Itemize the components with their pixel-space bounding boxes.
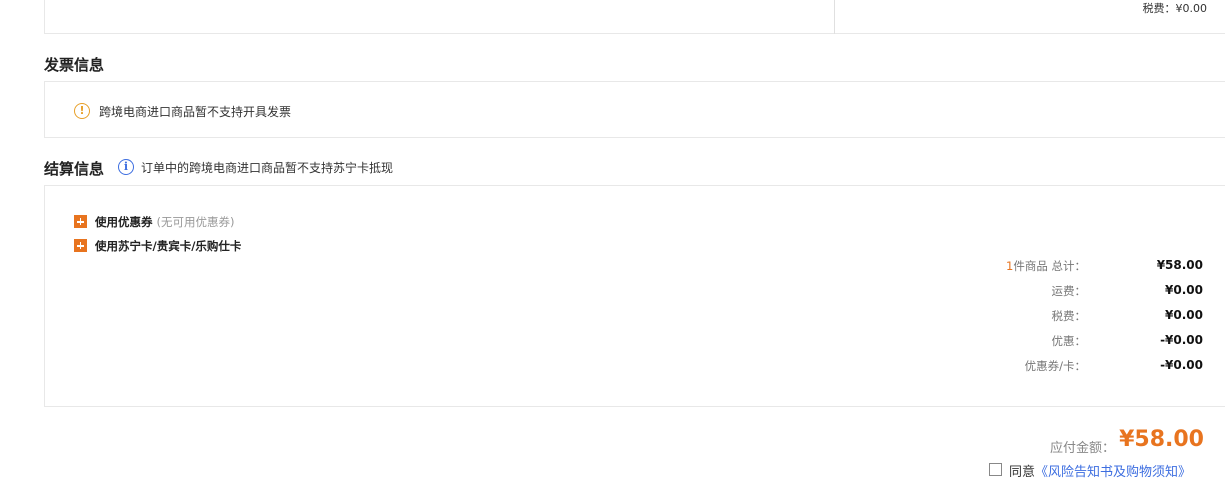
tax-line: 税费：¥0.00 [1142,2,1208,15]
coupon-availability: (无可用优惠券) [156,215,235,229]
settlement-note: 订单中的跨境电商进口商品暂不支持苏宁卡抵现 [141,161,394,175]
goods-total-value: ¥58.00 [1156,258,1203,272]
info-circle-icon: i [118,159,134,175]
use-coupon-option[interactable]: 使用优惠券 (无可用优惠券) [95,214,235,230]
payable-label: 应付金额： [1049,441,1115,456]
goods-total-label: 1件商品 总计： [1006,259,1086,273]
settlement-section-title: 结算信息 [44,160,105,178]
use-coupon-label[interactable]: 使用优惠券 [95,215,153,229]
payable-amount: ¥58.00 [1119,427,1204,452]
discount-value: -¥0.00 [1160,333,1203,347]
use-card-option[interactable]: 使用苏宁卡/贵宾卡/乐购仕卡 [95,238,241,254]
coupon-card-label: 优惠券/卡： [1024,359,1086,373]
warning-circle-icon: ! [74,103,90,119]
coupon-card-value: -¥0.00 [1160,358,1203,372]
agreement-text: 同意《风险告知书及购物须知》 [1009,461,1191,480]
order-items-box-bottom [44,0,1225,34]
expand-plus-icon[interactable] [74,215,87,228]
box-divider [834,0,835,34]
shipping-value: ¥0.00 [1165,283,1203,297]
use-card-label[interactable]: 使用苏宁卡/贵宾卡/乐购仕卡 [95,239,241,253]
expand-plus-icon[interactable] [74,239,87,252]
shipping-label: 运费： [1051,284,1087,298]
agree-prefix: 同意 [1009,465,1036,480]
agree-checkbox[interactable] [989,463,1002,476]
risk-notice-link[interactable]: 《风险告知书及购物须知》 [1035,465,1191,480]
invoice-section-title: 发票信息 [44,56,105,74]
discount-label: 优惠： [1051,334,1087,348]
tax-value: ¥0.00 [1165,308,1203,322]
invoice-notice: 跨境电商进口商品暂不支持开具发票 [99,105,292,119]
tax-label: 税费： [1051,309,1087,323]
